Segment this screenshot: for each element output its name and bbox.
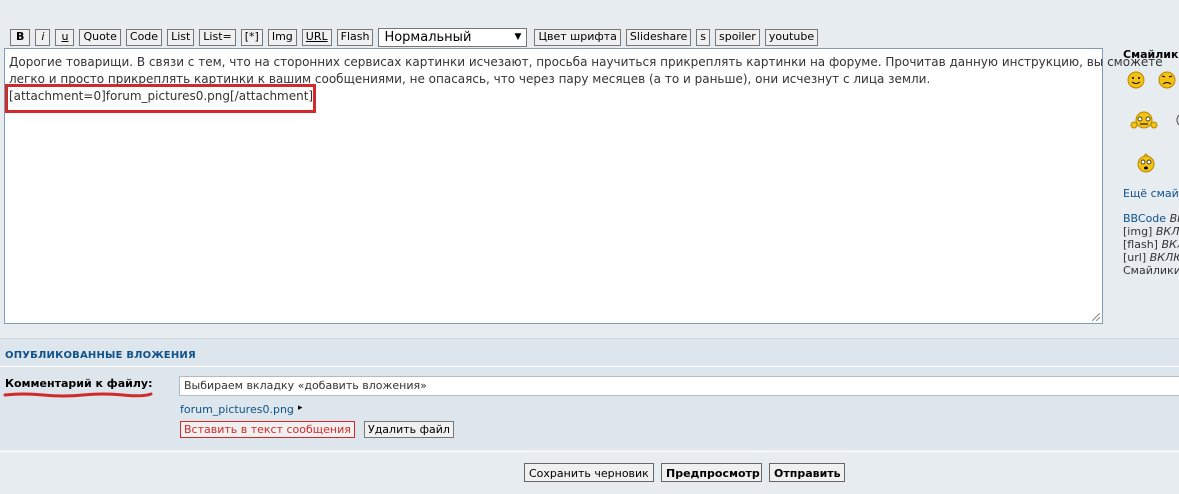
save-draft-button[interactable]: Сохранить черновик: [524, 463, 654, 482]
flash-status-label: [flash]: [1123, 238, 1158, 251]
more-smilies-link[interactable]: Ещё смайлики: [1123, 187, 1179, 200]
form-actions: Сохранить черновик Предпросмотр Отправит…: [0, 451, 1179, 494]
ordered-list-button[interactable]: List=: [199, 28, 236, 46]
list-button[interactable]: List: [167, 28, 195, 46]
message-line-1: Дорогие товарищи. В связи с тем, что на …: [9, 55, 1163, 69]
url-status-label: [url]: [1123, 251, 1147, 264]
cool-icon[interactable]: [1175, 110, 1179, 130]
confused-icon[interactable]: [1136, 153, 1156, 173]
img-status-value: ВКЛЮЧЁН: [1155, 225, 1179, 238]
url-button[interactable]: URL: [301, 28, 332, 46]
spoiler-button[interactable]: spoiler: [714, 28, 760, 46]
font-color-button[interactable]: Цвет шрифта: [534, 28, 621, 46]
url-status-value: ВКЛЮЧЁН: [1149, 251, 1179, 264]
strike-button[interactable]: s: [696, 28, 710, 46]
flash-button[interactable]: Flash: [336, 28, 374, 46]
list-item-button[interactable]: [*]: [240, 28, 263, 46]
smilies-status-label: Смайлики: [1123, 264, 1179, 277]
file-comment-input[interactable]: Выбираем вкладку «добавить вложения»: [179, 376, 1179, 396]
post-editor: B i u Quote Code List List= [*] Img URL …: [0, 0, 1179, 338]
dropdown-arrow-icon: ▼: [514, 32, 522, 42]
resize-handle-icon[interactable]: [1092, 313, 1100, 321]
bbcode-status: BBCode ВКЛЮЧЁН [img] ВКЛЮЧЁН [flash] ВКЛ…: [1123, 212, 1179, 277]
highlight-box: [5, 84, 316, 113]
sad-icon[interactable]: [1157, 70, 1177, 90]
smilies-title: Смайлики: [1123, 48, 1179, 61]
preview-button[interactable]: Предпросмотр: [661, 463, 762, 482]
youtube-button[interactable]: youtube: [764, 28, 819, 46]
attachments-panel: ОПУБЛИКОВАННЫЕ ВЛОЖЕНИЯ Комментарий к фа…: [0, 338, 1179, 449]
quote-button[interactable]: Quote: [79, 28, 121, 46]
smile-icon[interactable]: [1126, 70, 1146, 90]
italic-button[interactable]: i: [35, 28, 51, 46]
attached-file-link[interactable]: forum_pictures0.png: [180, 403, 294, 416]
bbcode-link[interactable]: BBCode: [1123, 212, 1166, 225]
external-link-icon: ▸: [298, 403, 303, 413]
slideshare-button[interactable]: Slideshare: [625, 28, 692, 46]
underline-button[interactable]: u: [55, 28, 75, 46]
font-size-select[interactable]: Нормальный ▼: [378, 27, 528, 47]
panel-divider: [0, 366, 1179, 367]
red-underline-mark: [3, 392, 153, 398]
insert-into-message-button[interactable]: Вставить в текст сообщения: [180, 421, 355, 438]
flash-status-value: ВКЛЮЧЁН: [1161, 238, 1179, 251]
bbcode-status-value: ВКЛЮЧЁН: [1169, 212, 1179, 225]
font-size-value: Нормальный: [384, 29, 472, 45]
bold-button[interactable]: B: [10, 28, 31, 46]
bored-icon[interactable]: [1130, 110, 1158, 130]
smilies-panel: Смайлики: [1123, 48, 1179, 61]
code-button[interactable]: Code: [125, 28, 163, 46]
delete-file-button[interactable]: Удалить файл: [364, 421, 454, 438]
img-button[interactable]: Img: [267, 28, 297, 46]
submit-button[interactable]: Отправить: [769, 463, 845, 482]
img-status-label: [img]: [1123, 225, 1153, 238]
comment-label: Комментарий к файлу:: [5, 377, 153, 390]
attachments-title: ОПУБЛИКОВАННЫЕ ВЛОЖЕНИЯ: [5, 350, 196, 361]
bbcode-toolbar: B i u Quote Code List List= [*] Img URL …: [10, 27, 823, 47]
